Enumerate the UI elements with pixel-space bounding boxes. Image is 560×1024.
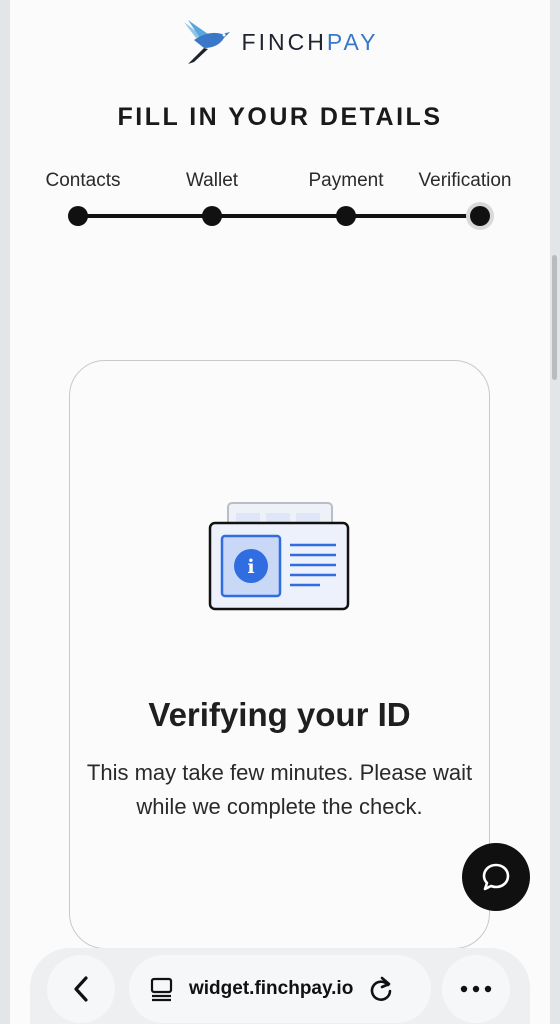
stepper-track	[78, 214, 480, 218]
brand-name-part2: PAY	[326, 28, 379, 55]
id-card-icon: i	[208, 502, 350, 611]
more-icon	[460, 985, 492, 993]
address-bar[interactable]: widget.finchpay.io	[129, 955, 431, 1023]
reload-icon[interactable]	[367, 975, 395, 1003]
bird-logo-icon	[183, 20, 230, 64]
step-label-contacts: Contacts	[45, 170, 121, 191]
chevron-left-icon	[74, 976, 88, 1002]
tab-overview-icon	[150, 977, 173, 1002]
scrollbar[interactable]	[552, 255, 557, 380]
page-title: FILL IN YOUR DETAILS	[117, 103, 443, 131]
chat-bubble-icon	[482, 863, 510, 891]
step-dot-wallet	[202, 206, 222, 226]
svg-text:i: i	[247, 556, 254, 578]
step-dot-payment	[336, 206, 356, 226]
brand-name: FINCHPAY	[242, 29, 379, 56]
step-label-payment: Payment	[308, 170, 384, 191]
finchpay-logo: FINCHPAY	[0, 18, 560, 66]
step-label-verification: Verification	[418, 170, 512, 191]
step-dot-contacts	[68, 206, 88, 226]
stepper-labels: Contacts Wallet Payment Verification	[0, 170, 560, 194]
brand-name-part1: FINCH	[241, 28, 327, 55]
verification-title: Verifying your ID	[148, 696, 411, 733]
url-text: widget.finchpay.io	[189, 978, 354, 999]
verification-card: i Verifying your ID This may take few mi…	[69, 360, 490, 949]
verification-subtitle: This may take few minutes. Please wait w…	[86, 760, 473, 819]
step-dot-verification	[470, 206, 490, 226]
more-button[interactable]	[442, 955, 510, 1023]
step-label-wallet: Wallet	[185, 170, 239, 191]
chat-button[interactable]	[462, 843, 530, 911]
back-button[interactable]	[47, 955, 115, 1023]
